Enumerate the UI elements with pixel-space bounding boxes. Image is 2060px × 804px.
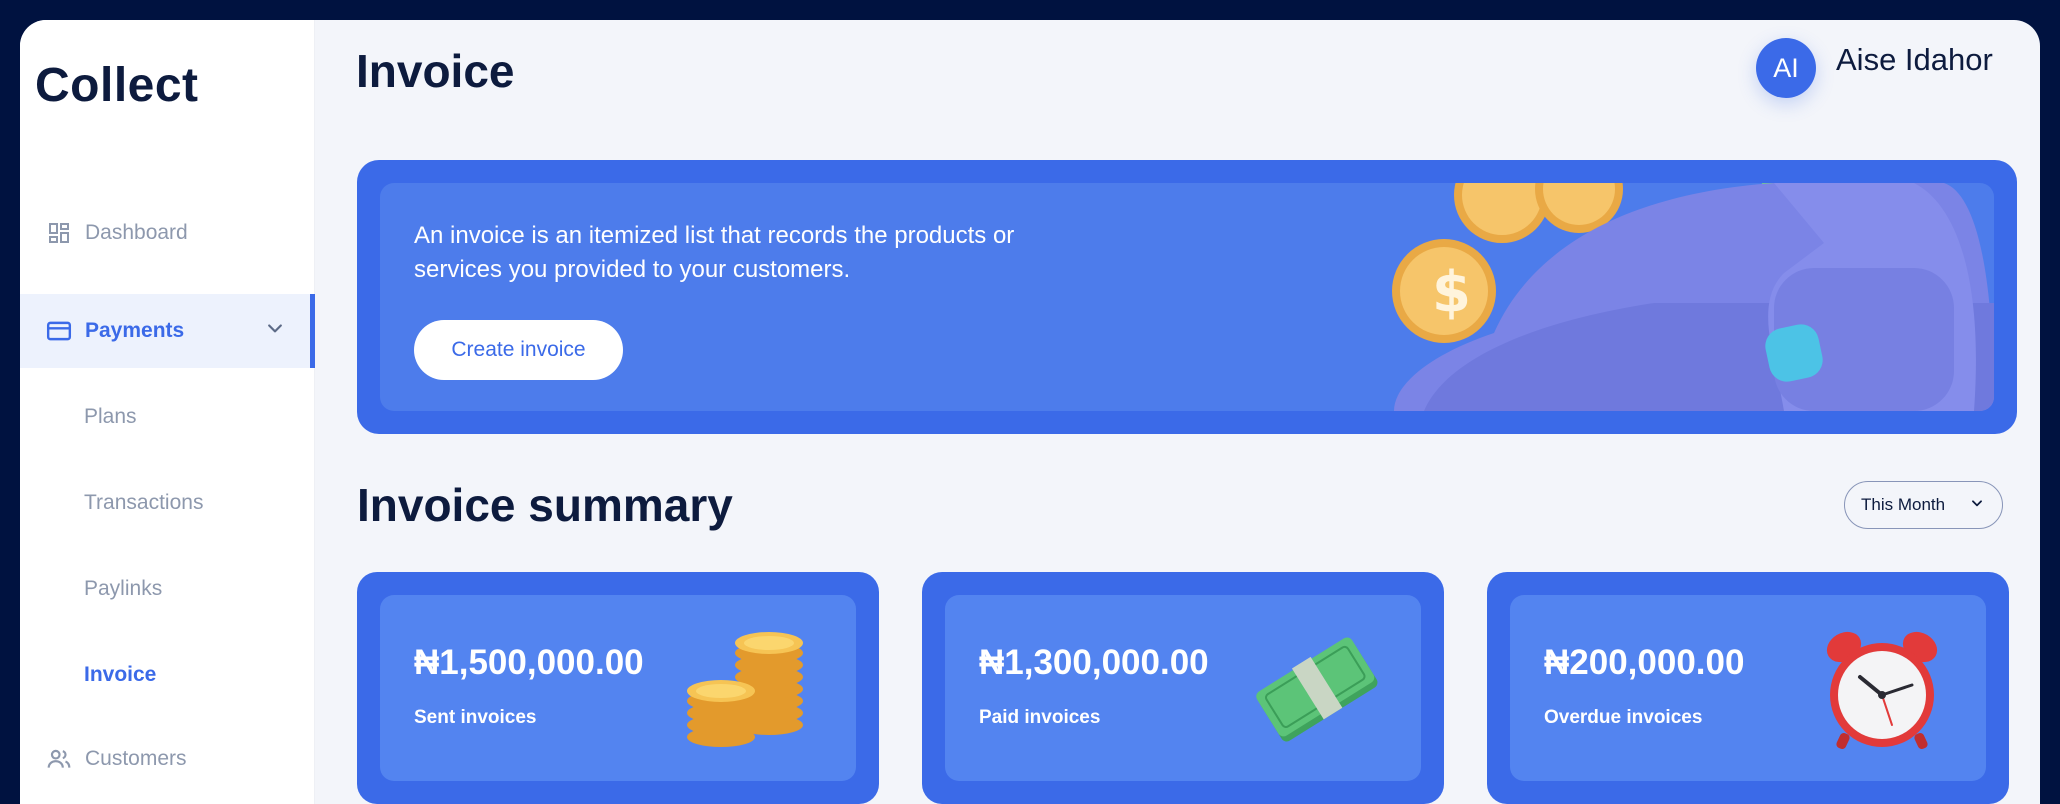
sidebar-subitem-plans[interactable]: Plans <box>84 405 137 429</box>
chevron-down-icon[interactable] <box>265 318 285 344</box>
sidebar-item-dashboard[interactable]: Dashboard <box>20 196 315 270</box>
sidebar-subitem-paylinks[interactable]: Paylinks <box>84 577 162 601</box>
card-label: Sent invoices <box>414 707 537 728</box>
card-label: Overdue invoices <box>1544 707 1703 728</box>
sidebar-item-payments[interactable]: Payments <box>20 294 315 368</box>
user-name[interactable]: Aise Idahor <box>1836 42 1993 78</box>
summary-card-overdue[interactable]: ₦200,000.00 Overdue invoices <box>1487 572 2009 804</box>
period-select-value: This Month <box>1861 495 1946 514</box>
coins-icon <box>687 632 803 747</box>
app-window: Collect Dashboard Payments Plans Transac… <box>20 20 2040 804</box>
card-amount: ₦1,300,000.00 <box>979 643 1209 682</box>
card-panel: ₦1,300,000.00 Paid invoices <box>945 595 1421 781</box>
users-icon <box>46 746 72 772</box>
sidebar-item-label: Payments <box>85 319 185 342</box>
sidebar-subitem-invoice[interactable]: Invoice <box>84 663 156 687</box>
invoice-banner: An invoice is an itemized list that reco… <box>357 160 2017 434</box>
banner-panel: An invoice is an itemized list that reco… <box>380 183 1994 411</box>
sidebar-subitem-transactions[interactable]: Transactions <box>84 491 203 515</box>
banner-description: An invoice is an itemized list that reco… <box>414 222 1015 283</box>
sidebar-item-customers[interactable]: Customers <box>20 722 315 796</box>
create-invoice-button[interactable]: Create invoice <box>414 320 623 380</box>
card-amount: ₦200,000.00 <box>1544 643 1745 682</box>
page-title: Invoice <box>356 45 515 97</box>
chevron-down-icon <box>1970 495 1984 515</box>
card-icon <box>46 318 72 344</box>
dashboard-icon <box>46 220 72 246</box>
summary-card-sent[interactable]: ₦1,500,000.00 Sent invoices <box>357 572 879 804</box>
svg-text:$: $ <box>1432 260 1471 325</box>
card-label: Paid invoices <box>979 707 1101 728</box>
sidebar: Collect Dashboard Payments Plans Transac… <box>20 20 315 804</box>
summary-card-paid[interactable]: ₦1,300,000.00 Paid invoices <box>922 572 1444 804</box>
card-panel: ₦1,500,000.00 Sent invoices <box>380 595 856 781</box>
alarm-clock-icon <box>1826 631 1938 750</box>
period-select[interactable]: This Month <box>1844 481 2003 529</box>
wallet-illustration: $ <box>1392 183 1994 411</box>
card-amount: ₦1,500,000.00 <box>414 643 644 682</box>
card-panel: ₦200,000.00 Overdue invoices <box>1510 595 1986 781</box>
sidebar-item-label: Dashboard <box>85 221 188 244</box>
app-logo: Collect <box>35 59 199 112</box>
cash-icon <box>1256 637 1378 742</box>
summary-title: Invoice summary <box>357 479 733 531</box>
sidebar-item-label: Customers <box>85 747 187 770</box>
avatar[interactable]: AI <box>1756 38 1816 98</box>
